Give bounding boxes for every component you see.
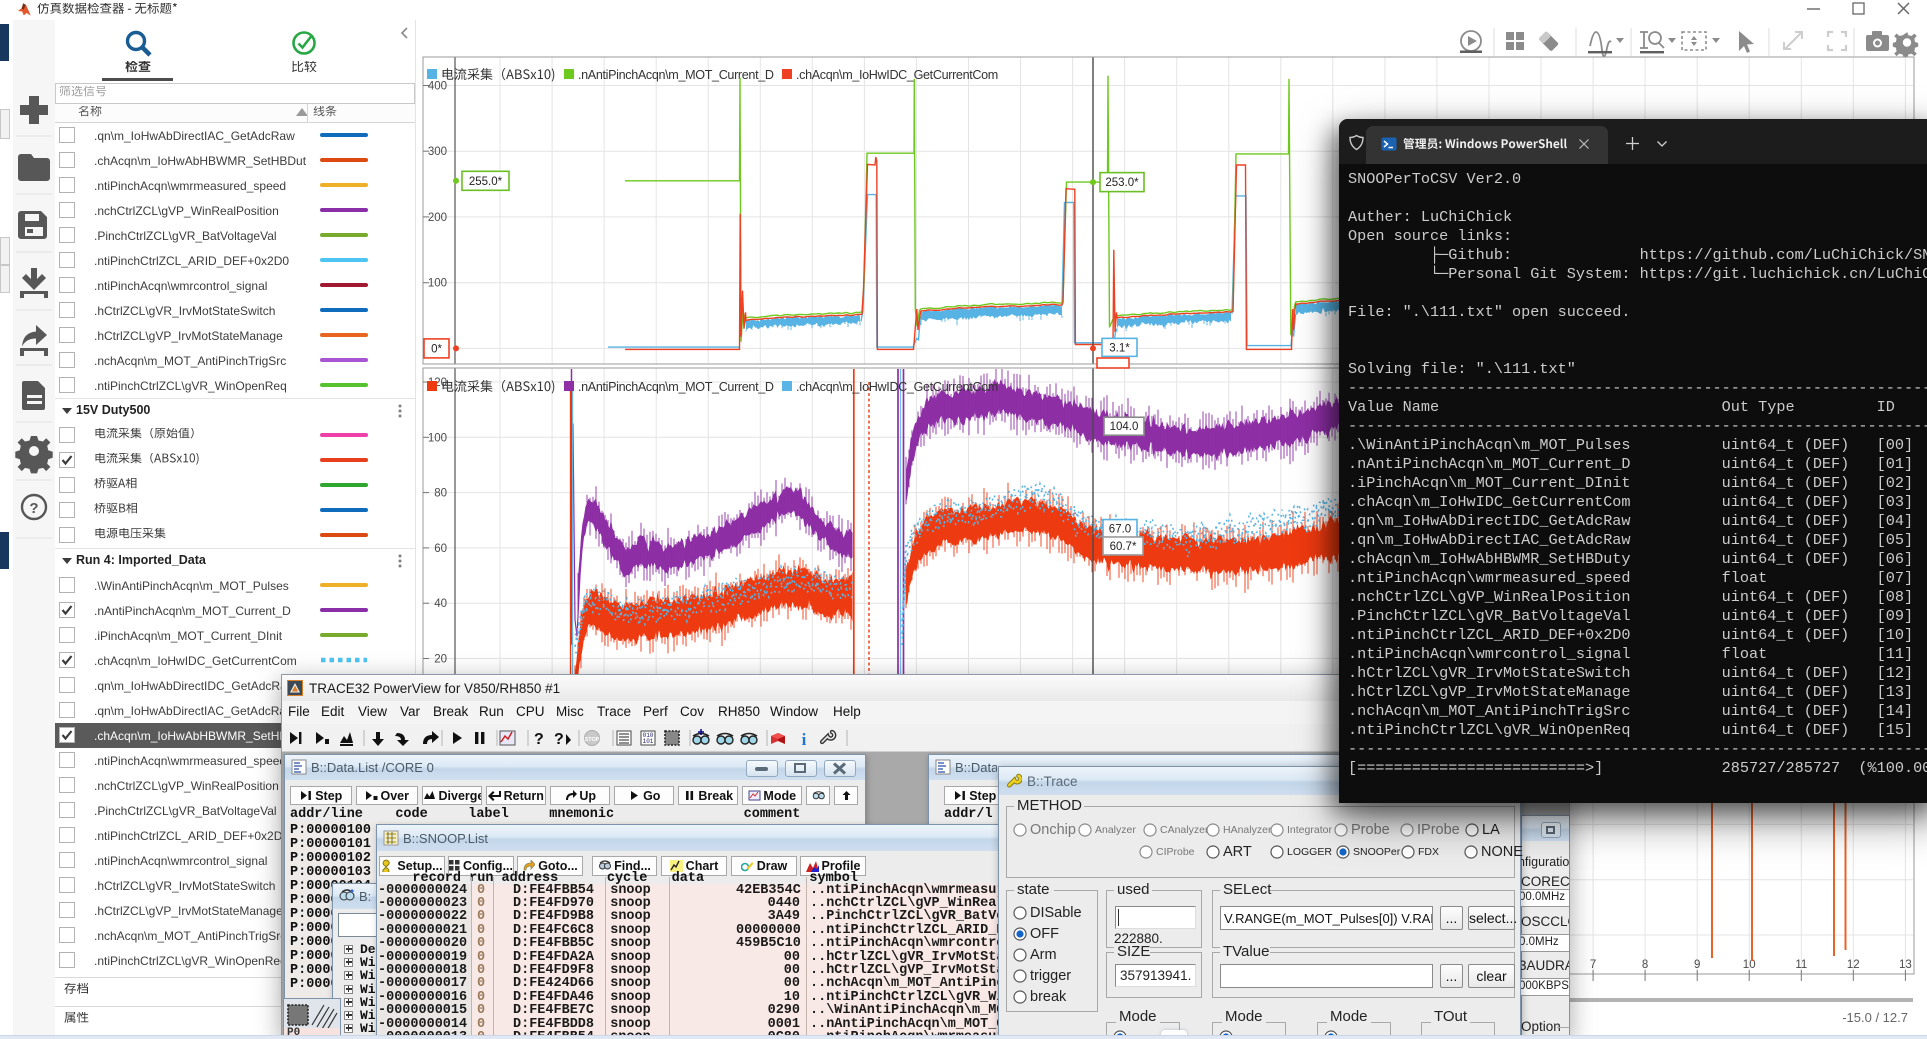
svg-text:100: 100 — [428, 432, 447, 444]
svg-text:3.1*: 3.1* — [1109, 342, 1130, 354]
svg-text:.nAntiPinchAcqn\m_MOT_Current_: .nAntiPinchAcqn\m_MOT_Current_D — [578, 380, 774, 394]
svg-text:400: 400 — [428, 81, 447, 93]
svg-text:100: 100 — [428, 278, 447, 290]
svg-text:104.0: 104.0 — [1110, 421, 1139, 433]
svg-text:40: 40 — [434, 598, 447, 610]
svg-text:12: 12 — [1847, 959, 1860, 971]
svg-text:.chAcqn\m_IoHwIDC_GetCurrentCo: .chAcqn\m_IoHwIDC_GetCurrentCom — [796, 68, 998, 82]
svg-text:101: 101 — [643, 738, 654, 745]
svg-text:0*: 0* — [431, 343, 442, 355]
svg-text:i: i — [802, 730, 807, 749]
svg-text:300: 300 — [428, 146, 447, 158]
svg-text:80: 80 — [434, 488, 447, 500]
svg-text:253.0*: 253.0* — [1105, 177, 1139, 189]
svg-text:60: 60 — [434, 543, 447, 555]
svg-text:?: ? — [534, 731, 544, 748]
svg-text:7: 7 — [1590, 959, 1596, 971]
svg-text:11: 11 — [1795, 959, 1807, 971]
svg-text:?: ? — [29, 500, 38, 517]
svg-text:13: 13 — [1899, 959, 1912, 971]
svg-text:.nAntiPinchAcqn\m_MOT_Current_: .nAntiPinchAcqn\m_MOT_Current_D — [578, 68, 774, 82]
svg-text:9: 9 — [1694, 959, 1700, 971]
svg-text:200: 200 — [428, 212, 447, 224]
svg-text:8: 8 — [1642, 959, 1648, 971]
svg-text:.chAcqn\m_IoHwIDC_GetCurrentCo: .chAcqn\m_IoHwIDC_GetCurrentCom — [796, 380, 998, 394]
svg-text:60.7*: 60.7* — [1110, 541, 1137, 553]
svg-text:-15.0 / 12.7: -15.0 / 12.7 — [1842, 1010, 1908, 1025]
svg-text:STOP: STOP — [585, 737, 600, 743]
svg-text:67.0: 67.0 — [1109, 524, 1131, 536]
svg-text:255.0*: 255.0* — [469, 176, 503, 188]
svg-text:?: ? — [554, 731, 564, 748]
svg-text:20: 20 — [434, 654, 447, 666]
svg-text:10: 10 — [1743, 959, 1756, 971]
